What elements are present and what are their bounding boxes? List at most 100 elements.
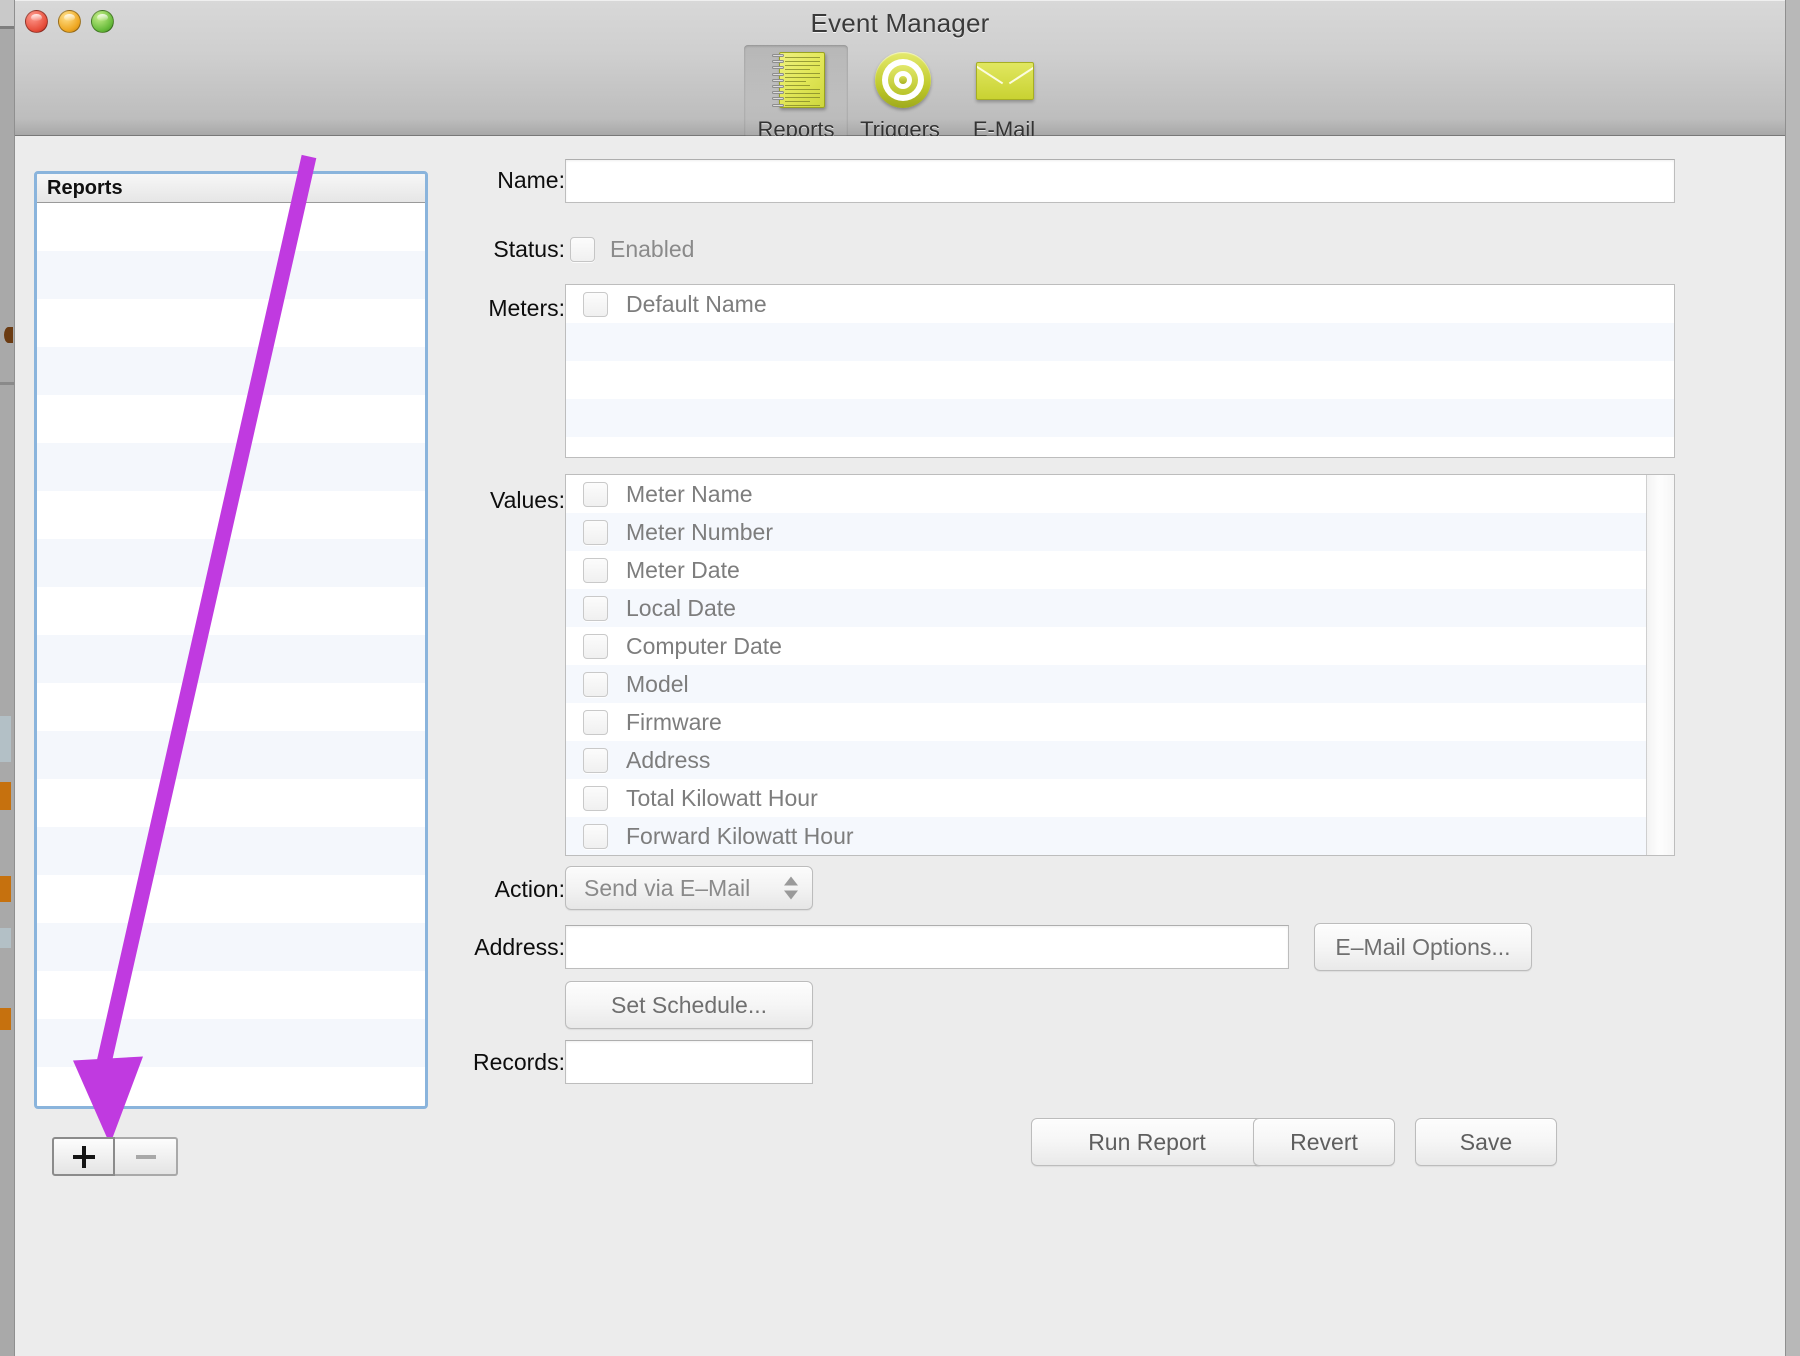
list-item[interactable]: Computer Date bbox=[566, 627, 1674, 665]
reports-list-controls bbox=[52, 1137, 178, 1176]
values-item-checkbox[interactable] bbox=[583, 824, 608, 849]
action-label: Action: bbox=[445, 876, 565, 903]
records-label: Records: bbox=[415, 1049, 565, 1076]
values-item-label: Meter Date bbox=[626, 557, 740, 584]
meters-item-checkbox[interactable] bbox=[583, 292, 608, 317]
envelope-icon bbox=[971, 50, 1037, 112]
table-row[interactable] bbox=[37, 779, 425, 827]
status-label: Status: bbox=[445, 236, 565, 263]
values-item-checkbox[interactable] bbox=[583, 748, 608, 773]
address-label: Address: bbox=[415, 934, 565, 961]
values-item-label: Forward Kilowatt Hour bbox=[626, 823, 854, 850]
table-row[interactable] bbox=[37, 1067, 425, 1109]
table-row[interactable] bbox=[37, 827, 425, 875]
stepper-arrows-icon[interactable] bbox=[784, 877, 798, 900]
save-button[interactable]: Save bbox=[1415, 1118, 1557, 1166]
table-row[interactable] bbox=[37, 347, 425, 395]
toolbar: Reports Triggers E-Mail bbox=[15, 45, 1785, 146]
list-item[interactable]: Model bbox=[566, 665, 1674, 703]
values-item-label: Total Kilowatt Hour bbox=[626, 785, 818, 812]
status-enabled-checkbox[interactable] bbox=[570, 237, 595, 262]
list-item[interactable] bbox=[566, 361, 1674, 399]
list-item[interactable] bbox=[566, 437, 1674, 458]
table-row[interactable] bbox=[37, 203, 425, 251]
list-item[interactable]: Default Name bbox=[566, 285, 1674, 323]
values-item-label: Meter Name bbox=[626, 481, 753, 508]
background-window-dot-fragment bbox=[4, 327, 13, 343]
list-item[interactable]: Meter Date bbox=[566, 551, 1674, 589]
table-row[interactable] bbox=[37, 587, 425, 635]
list-item[interactable] bbox=[566, 323, 1674, 361]
background-window-divider-fragment bbox=[0, 26, 14, 29]
values-item-checkbox[interactable] bbox=[583, 596, 608, 621]
background-window-orange-fragment-2 bbox=[0, 876, 11, 902]
add-report-button[interactable] bbox=[52, 1137, 115, 1176]
values-list[interactable]: Meter Name Meter Number Meter Date Local… bbox=[565, 474, 1675, 856]
remove-report-button[interactable] bbox=[115, 1137, 178, 1176]
target-icon bbox=[867, 50, 933, 112]
values-item-checkbox[interactable] bbox=[583, 710, 608, 735]
run-report-button[interactable]: Run Report bbox=[1031, 1118, 1263, 1166]
background-window-orange-fragment-3 bbox=[0, 1008, 11, 1030]
name-input[interactable] bbox=[565, 159, 1675, 203]
table-row[interactable] bbox=[37, 491, 425, 539]
action-select[interactable]: Send via E–Mail bbox=[565, 866, 813, 910]
list-item[interactable] bbox=[566, 399, 1674, 437]
email-options-button[interactable]: E–Mail Options... bbox=[1314, 923, 1532, 971]
background-window-divider-fragment-2 bbox=[0, 382, 14, 385]
values-item-label: Model bbox=[626, 671, 689, 698]
values-item-checkbox[interactable] bbox=[583, 786, 608, 811]
list-item[interactable]: Address bbox=[566, 741, 1674, 779]
toolbar-tab-email[interactable]: E-Mail bbox=[952, 45, 1056, 146]
table-row[interactable] bbox=[37, 395, 425, 443]
values-item-checkbox[interactable] bbox=[583, 672, 608, 697]
table-row[interactable] bbox=[37, 971, 425, 1019]
values-list-scrollbar[interactable] bbox=[1646, 475, 1674, 855]
list-item[interactable]: Meter Name bbox=[566, 475, 1674, 513]
background-window-toolbar-fragment bbox=[0, 0, 14, 26]
name-label: Name: bbox=[445, 167, 565, 194]
reports-rows-container[interactable] bbox=[37, 203, 425, 1106]
background-window-blue-fragment-2 bbox=[0, 928, 11, 948]
table-row[interactable] bbox=[37, 683, 425, 731]
window-body: Reports bbox=[15, 136, 1785, 1355]
toolbar-tab-reports[interactable]: Reports bbox=[744, 45, 848, 146]
table-row[interactable] bbox=[37, 1019, 425, 1067]
values-item-checkbox[interactable] bbox=[583, 634, 608, 659]
table-row[interactable] bbox=[37, 923, 425, 971]
list-item[interactable]: Local Date bbox=[566, 589, 1674, 627]
status-enabled-label: Enabled bbox=[610, 236, 810, 263]
window-titlebar: Event Manager Reports bbox=[15, 0, 1785, 136]
table-row[interactable] bbox=[37, 299, 425, 347]
reports-list-table[interactable]: Reports bbox=[34, 171, 428, 1109]
values-item-checkbox[interactable] bbox=[583, 482, 608, 507]
background-window-orange-fragment-1 bbox=[0, 782, 11, 810]
table-row[interactable] bbox=[37, 539, 425, 587]
table-row[interactable] bbox=[37, 443, 425, 491]
set-schedule-button[interactable]: Set Schedule... bbox=[565, 981, 813, 1029]
list-item[interactable]: Firmware bbox=[566, 703, 1674, 741]
window-title: Event Manager bbox=[15, 8, 1785, 39]
values-item-label: Meter Number bbox=[626, 519, 773, 546]
list-item[interactable]: Total Kilowatt Hour bbox=[566, 779, 1674, 817]
address-input[interactable] bbox=[565, 925, 1289, 969]
notebook-icon bbox=[763, 50, 829, 112]
values-item-checkbox[interactable] bbox=[583, 558, 608, 583]
table-row[interactable] bbox=[37, 875, 425, 923]
toolbar-tab-triggers[interactable]: Triggers bbox=[848, 45, 952, 146]
background-window bbox=[0, 0, 14, 1356]
table-row[interactable] bbox=[37, 731, 425, 779]
minus-icon bbox=[136, 1155, 156, 1159]
list-item[interactable]: Meter Number bbox=[566, 513, 1674, 551]
meters-list[interactable]: Default Name bbox=[565, 284, 1675, 458]
revert-button[interactable]: Revert bbox=[1253, 1118, 1395, 1166]
records-input[interactable] bbox=[565, 1040, 813, 1084]
table-row[interactable] bbox=[37, 635, 425, 683]
values-item-checkbox[interactable] bbox=[583, 520, 608, 545]
values-item-label: Address bbox=[626, 747, 710, 774]
background-window-blue-fragment bbox=[0, 716, 11, 762]
list-item[interactable]: Forward Kilowatt Hour bbox=[566, 817, 1674, 855]
table-row[interactable] bbox=[37, 251, 425, 299]
reports-column-header[interactable]: Reports bbox=[37, 174, 425, 203]
meters-item-label: Default Name bbox=[626, 291, 767, 318]
